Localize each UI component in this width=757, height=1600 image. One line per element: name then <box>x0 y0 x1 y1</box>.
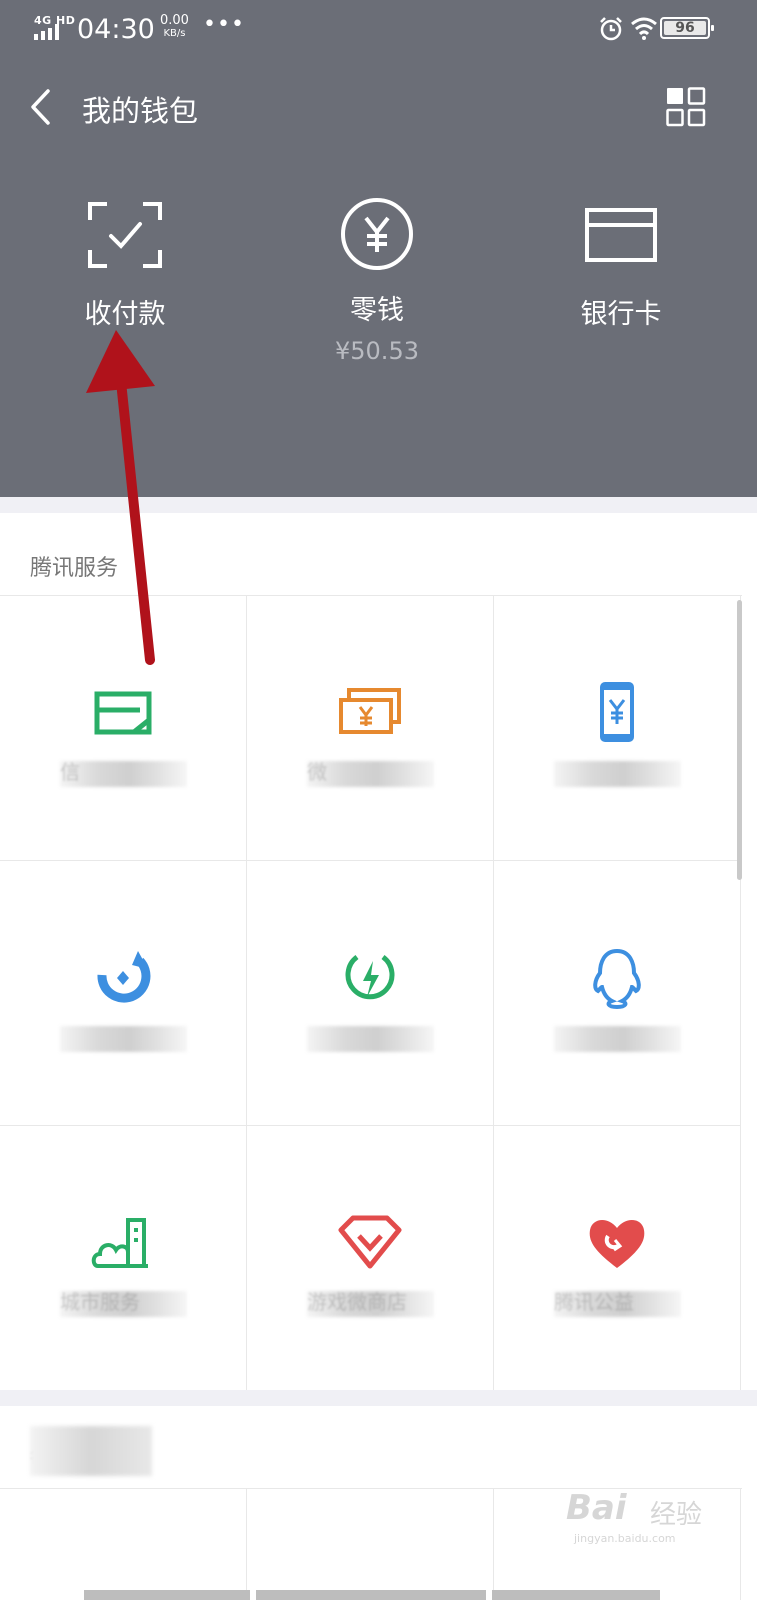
service-item[interactable]: 微 <box>247 596 494 861</box>
yen-circle-icon <box>341 198 413 270</box>
watermark-url: jingyan.baidu.com <box>574 1532 676 1545</box>
navigation-bar: 我的钱包 <box>0 70 757 146</box>
section-divider <box>0 497 757 513</box>
city-icon <box>91 1218 148 1268</box>
phone-yen-icon <box>600 682 634 742</box>
page-title: 我的钱包 <box>82 94 199 128</box>
service-item[interactable]: 信 <box>0 596 247 861</box>
charge-icon <box>345 954 395 1000</box>
wealth-icon <box>97 951 151 1003</box>
service-item[interactable] <box>0 1489 247 1600</box>
card-icon <box>585 208 657 262</box>
service-label-blurred <box>307 1026 434 1052</box>
network-speed: 0.00 KB/s <box>160 14 189 40</box>
service-label: 微 <box>307 760 327 784</box>
status-bar: 4G HD 04:30 0.00 KB/s ••• 96 <box>0 0 757 60</box>
service-label: 信 <box>60 760 80 784</box>
diamond-icon <box>338 1215 402 1269</box>
service-item[interactable] <box>247 861 494 1126</box>
service-item[interactable] <box>494 861 741 1126</box>
service-label: 游戏微商店 <box>307 1290 407 1314</box>
heart-icon <box>589 1219 645 1268</box>
service-label-blurred <box>554 1026 681 1052</box>
grid-icon[interactable] <box>666 87 706 127</box>
more-notifications-icon: ••• <box>203 12 245 37</box>
wifi-icon <box>631 17 657 40</box>
service-item[interactable]: 游戏微商店 <box>247 1126 494 1391</box>
watermark-brand: Bai <box>566 1488 627 1528</box>
change-amount: ¥50.53 <box>335 337 419 365</box>
service-item[interactable] <box>0 861 247 1126</box>
wallet-header: 4G HD 04:30 0.00 KB/s ••• 96 我的钱包 收付款 零钱… <box>0 0 757 497</box>
receive-pay-button[interactable]: 收付款 <box>25 200 225 331</box>
service-label-blurred <box>60 1026 187 1052</box>
qq-icon <box>593 948 641 1010</box>
chevron-left-icon[interactable] <box>28 88 54 126</box>
watermark: Bai 经验 jingyan.baidu.com <box>566 1488 716 1568</box>
alarm-icon <box>600 17 622 41</box>
service-grid: 信 微 城市服务 游戏微商店 腾讯公益 <box>0 595 742 1391</box>
change-label: 零钱 <box>350 295 404 326</box>
service-item[interactable]: 腾讯公益 <box>494 1126 741 1391</box>
clock: 04:30 <box>77 14 155 45</box>
change-balance-button[interactable]: 零钱 ¥50.53 <box>277 198 477 365</box>
service-item[interactable]: 城市服务 <box>0 1126 247 1391</box>
section-divider <box>0 1390 757 1406</box>
battery-cap <box>711 25 714 31</box>
scan-check-icon <box>88 202 162 268</box>
signal-icon <box>34 24 59 40</box>
battery-level: 96 <box>675 20 695 36</box>
bottom-bar-segment <box>84 1590 250 1600</box>
service-label: 城市服务 <box>60 1290 140 1314</box>
watermark-brand-cn: 经验 <box>650 1500 703 1530</box>
service-label-blurred <box>554 761 681 787</box>
battery-icon: 96 <box>660 17 714 39</box>
service-label: 腾讯公益 <box>554 1290 634 1314</box>
bank-card-button[interactable]: 银行卡 <box>521 200 721 331</box>
speed-unit: KB/s <box>163 28 186 39</box>
wallet-actions: 收付款 零钱 ¥50.53 银行卡 <box>0 198 757 380</box>
credit-card-icon <box>94 691 152 735</box>
bank-card-label: 银行卡 <box>580 299 662 330</box>
service-item[interactable] <box>247 1489 494 1600</box>
receive-pay-label: 收付款 <box>84 299 166 330</box>
service-item[interactable] <box>494 596 741 861</box>
scrollbar[interactable] <box>737 600 742 880</box>
money-icon <box>339 688 401 734</box>
bottom-bar-segment <box>492 1590 660 1600</box>
section-title-tencent: 腾讯服务 <box>30 556 119 581</box>
speed-value: 0.00 <box>160 13 189 28</box>
bottom-bar-segment <box>256 1590 486 1600</box>
section-title-blurred <box>30 1426 152 1476</box>
